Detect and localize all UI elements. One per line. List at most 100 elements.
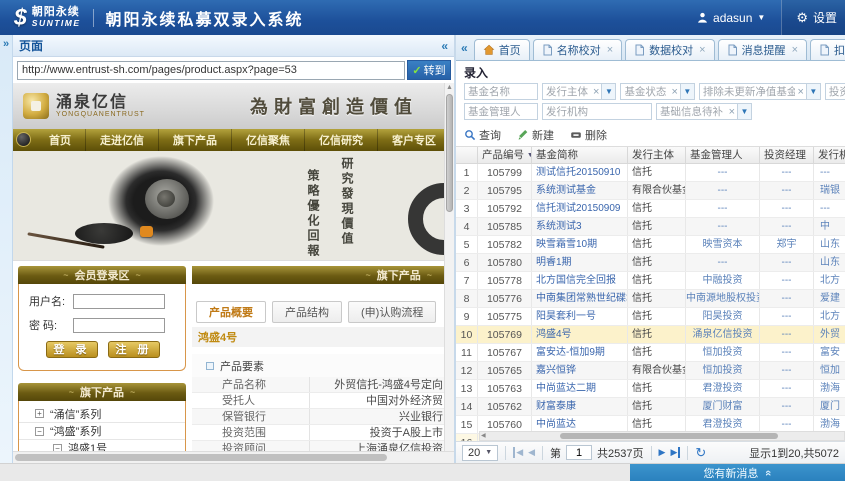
fund-name-input[interactable] bbox=[464, 83, 538, 100]
tab-close-icon[interactable]: × bbox=[607, 45, 613, 55]
cell-name[interactable]: 北方国信完全回报 bbox=[532, 272, 628, 289]
tab-name-check[interactable]: 名称校对 × bbox=[533, 39, 622, 60]
horizontal-scroll-thumb[interactable] bbox=[15, 454, 387, 461]
scroll-up-icon[interactable]: ▲ bbox=[445, 83, 454, 93]
settings-button[interactable]: ⚙ 设置 bbox=[781, 0, 845, 35]
vertical-scroll-thumb[interactable] bbox=[446, 94, 453, 212]
table-row[interactable]: 3105792信托测试20150909信托--------- bbox=[456, 200, 845, 218]
col-investment-manager[interactable]: 投资经理 bbox=[760, 147, 814, 163]
scroll-left-icon[interactable]: ◀ bbox=[481, 432, 486, 441]
checkbox-icon[interactable] bbox=[206, 362, 214, 370]
login-button[interactable]: 登 录 bbox=[46, 341, 98, 358]
go-button[interactable]: ✓ 转到 bbox=[407, 60, 451, 80]
grid-horizontal-scrollbar[interactable]: ◀ bbox=[479, 431, 845, 441]
combo-clear-icon[interactable]: × bbox=[727, 106, 737, 118]
table-row[interactable]: 8105776中南集团常熟世纪碟城信托中南源地股权投资---爱建 bbox=[456, 290, 845, 308]
combo-arrow-icon[interactable]: ▼ bbox=[737, 104, 751, 119]
tree-item-hongsheng1[interactable]: − 鸿盛1号 bbox=[19, 439, 185, 451]
table-row[interactable]: 1105799测试信托20150910信托--------- bbox=[456, 164, 845, 182]
page-size-select[interactable]: 20 ▼ bbox=[462, 445, 498, 461]
collapse-panel-icon[interactable]: « bbox=[461, 41, 468, 55]
username-field[interactable] bbox=[73, 294, 165, 309]
issuing-institution-input[interactable] bbox=[542, 103, 652, 120]
cell-name[interactable]: 中南集团常熟世纪碟城 bbox=[532, 290, 628, 307]
tab-purchase-process[interactable]: (申)认购流程 bbox=[348, 301, 436, 323]
cell-name[interactable]: 明睿1期 bbox=[532, 254, 628, 271]
table-row[interactable]: 4105785系统测试3信托------中 bbox=[456, 218, 845, 236]
tab-performance-stats[interactable]: 扣分绩效统计 × bbox=[810, 39, 845, 60]
combo-clear-icon[interactable]: × bbox=[591, 86, 601, 98]
expand-right-icon[interactable]: » bbox=[0, 35, 12, 53]
page-next-icon[interactable]: ▶ bbox=[659, 447, 666, 458]
cell-name[interactable]: 中尚蓝达二期 bbox=[532, 380, 628, 397]
tree-expand-icon[interactable]: + bbox=[35, 409, 44, 418]
tree-item-hongsheng[interactable]: − “鸿盛”系列 bbox=[19, 422, 185, 439]
cell-name[interactable]: 富安达-恒加9期 bbox=[532, 344, 628, 361]
col-issuing-institution[interactable]: 发行机构 bbox=[814, 147, 845, 163]
table-row[interactable]: 6105780明睿1期信托------山东 bbox=[456, 254, 845, 272]
cell-name[interactable]: 映雪霜雪10期 bbox=[532, 236, 628, 253]
fund-status-combo[interactable]: 基金状态 × ▼ bbox=[620, 83, 694, 100]
table-row[interactable]: 9105775阳昊套利一号信托阳昊投资---北方 bbox=[456, 308, 845, 326]
query-button[interactable]: 查询 bbox=[464, 127, 501, 143]
combo-clear-icon[interactable]: × bbox=[795, 86, 805, 98]
tab-data-check[interactable]: 数据校对 × bbox=[625, 39, 714, 60]
register-button[interactable]: 注 册 bbox=[108, 341, 160, 358]
site-nav-products[interactable]: 旗下产品 bbox=[159, 129, 232, 151]
cell-name[interactable]: 系统测试3 bbox=[532, 218, 628, 235]
cell-name[interactable]: 测试信托20150910 bbox=[532, 164, 628, 181]
page-number-input[interactable] bbox=[566, 445, 592, 460]
site-nav-about[interactable]: 走进亿信 bbox=[86, 129, 159, 151]
tree-collapse-icon[interactable]: − bbox=[53, 444, 62, 452]
combo-arrow-icon[interactable]: ▼ bbox=[680, 84, 694, 99]
tab-product-summary[interactable]: 产品概要 bbox=[196, 301, 266, 323]
cell-name[interactable]: 嘉兴恒铧 bbox=[532, 362, 628, 379]
page-last-icon[interactable]: ▶ bbox=[670, 447, 680, 458]
exclude-stale-nav-combo[interactable]: 排除未更新净值基金 × ▼ bbox=[699, 83, 821, 100]
issuer-type-combo[interactable]: 发行主体 × ▼ bbox=[542, 83, 616, 100]
site-horizontal-scrollbar[interactable] bbox=[13, 451, 454, 463]
table-row[interactable]: 5105782映雪霜雪10期信托映雪资本郑宇山东 bbox=[456, 236, 845, 254]
site-nav-clients[interactable]: 客户专区 bbox=[378, 129, 446, 151]
tab-close-icon[interactable]: × bbox=[699, 45, 705, 55]
cell-name[interactable]: 系统测试基金 bbox=[532, 182, 628, 199]
table-row[interactable]: 2105795系统测试基金有限合伙基金------瑞银 bbox=[456, 182, 845, 200]
cell-name[interactable]: 信托测试20150909 bbox=[532, 200, 628, 217]
table-row[interactable]: 10105769鸿盛4号信托涌泉亿信投资---外贸 bbox=[456, 326, 845, 344]
combo-arrow-icon[interactable]: ▼ bbox=[806, 84, 820, 99]
cell-name[interactable]: 鸿盛4号 bbox=[532, 326, 628, 343]
tab-home[interactable]: 首页 bbox=[474, 39, 530, 60]
combo-clear-icon[interactable]: × bbox=[669, 86, 679, 98]
col-fund-name[interactable]: 基金简称 bbox=[532, 147, 628, 163]
col-issuer-type[interactable]: 发行主体 bbox=[628, 147, 686, 163]
user-menu[interactable]: adasun ▼ bbox=[681, 11, 781, 25]
tab-close-icon[interactable]: × bbox=[792, 45, 798, 55]
site-nav-focus[interactable]: 亿信聚焦 bbox=[232, 129, 305, 151]
tree-item-yongxin[interactable]: + “涌信”系列 bbox=[19, 405, 185, 422]
site-vertical-scrollbar[interactable]: ▲ bbox=[444, 83, 454, 451]
tab-product-structure[interactable]: 产品结构 bbox=[272, 301, 342, 323]
password-field[interactable] bbox=[73, 318, 165, 333]
tab-message-alert[interactable]: 消息提醒 × bbox=[718, 39, 807, 60]
fund-manager-input[interactable] bbox=[464, 103, 538, 120]
table-row[interactable]: 13105763中尚蓝达二期信托君澄投资---渤海 bbox=[456, 380, 845, 398]
new-button[interactable]: 新建 bbox=[517, 127, 554, 143]
site-nav-home[interactable]: 首页 bbox=[35, 129, 86, 151]
table-row[interactable]: 12105765嘉兴恒铧有限合伙基金恒加投资---恒加 bbox=[456, 362, 845, 380]
basic-info-pending-combo[interactable]: 基础信息待补 × ▼ bbox=[656, 103, 752, 120]
table-row[interactable]: 14105762财富泰康信托厦门财富---厦门 bbox=[456, 398, 845, 416]
table-row[interactable]: 11105767富安达-恒加9期信托恒加投资---富安 bbox=[456, 344, 845, 362]
col-fund-manager[interactable]: 基金管理人 bbox=[686, 147, 760, 163]
cell-name[interactable]: 财富泰康 bbox=[532, 398, 628, 415]
new-message-button[interactable]: 您有新消息 « bbox=[630, 464, 845, 481]
page-refresh-icon[interactable]: ↻ bbox=[695, 447, 706, 459]
investment-manager-input[interactable] bbox=[825, 83, 845, 100]
grid-scroll-thumb[interactable] bbox=[560, 433, 778, 439]
site-nav-research[interactable]: 亿信研究 bbox=[305, 129, 378, 151]
collapse-left-icon[interactable]: « bbox=[441, 39, 448, 53]
col-product-code[interactable]: 产品编号 ▼ bbox=[478, 147, 532, 163]
page-first-icon[interactable]: ◀ bbox=[513, 447, 523, 458]
page-prev-icon[interactable]: ◀ bbox=[528, 447, 535, 458]
cell-name[interactable]: 阳昊套利一号 bbox=[532, 308, 628, 325]
delete-button[interactable]: 删除 bbox=[570, 127, 607, 143]
